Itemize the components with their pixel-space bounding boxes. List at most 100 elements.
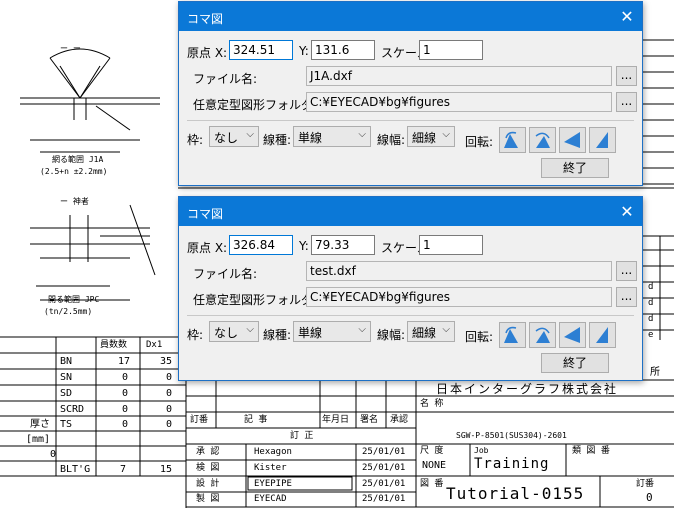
filename-browse-button[interactable]: ... (616, 261, 637, 281)
rev-header-approve: 承認 (390, 415, 409, 425)
origin-x-label: 原点 X: (187, 241, 228, 255)
frame-label: 枠: (187, 328, 204, 342)
origin-y-label: Y: (299, 44, 309, 58)
parts-row-v2: 15 (160, 464, 173, 475)
drawing-code: SGW-P-8501(SUS304)-2601 (456, 431, 567, 440)
flip-vertical-icon (596, 327, 608, 343)
dialog-title: コマ図 (187, 12, 224, 26)
rotate-ccw-button[interactable] (499, 127, 526, 153)
revision-label: 訂番 (636, 479, 655, 489)
rotate-label: 回転: (465, 135, 494, 149)
chevron-down-icon: ⌵ (246, 324, 254, 335)
thickness-value: 0 (50, 449, 57, 460)
sign-date: 25/01/01 (362, 479, 406, 489)
parts-row-name: BN (60, 356, 73, 367)
company-place: 所 (650, 367, 660, 378)
parts-header-qty: 員数数 (100, 340, 128, 350)
rev-header-no: 訂番 (190, 415, 209, 425)
folder-field[interactable]: C:¥EYECAD¥bg¥figures (306, 287, 612, 307)
parts-row-v2: 0 (166, 404, 173, 415)
scale-input[interactable]: 1 (419, 40, 483, 60)
origin-y-input[interactable]: 131.6 (311, 40, 375, 60)
rotate-ccw-icon (504, 131, 518, 148)
origin-x-label: 原点 X: (187, 46, 228, 60)
parts-row-name: SN (60, 372, 73, 383)
linewidth-select[interactable]: 細線 ⌵ (407, 321, 455, 342)
sign-date: 25/01/01 (362, 463, 406, 473)
sign-role: 承 認 (196, 447, 220, 457)
parts-row-v1: 0 (122, 372, 129, 383)
flip-vertical-icon (596, 132, 608, 148)
parts-header-dx: Dx1 (146, 340, 163, 350)
parts-row-v2: 35 (160, 356, 173, 367)
end-button[interactable]: 終了 (541, 158, 609, 178)
flip-vertical-button[interactable] (589, 127, 616, 153)
filename-field[interactable]: test.dxf (306, 261, 612, 281)
parts-row-v1: 17 (118, 356, 131, 367)
flip-horizontal-button[interactable] (559, 127, 586, 153)
frame-select-value: なし (214, 131, 239, 145)
weld-caption-2: 開る範囲 JPC (48, 295, 100, 304)
end-button[interactable]: 終了 (541, 353, 609, 373)
linetype-label: 線種: (263, 133, 292, 147)
linewidth-label: 線幅: (377, 133, 406, 147)
parts-row-v2: 0 (166, 419, 173, 430)
chevron-down-icon: ⌵ (442, 324, 450, 335)
frame-select[interactable]: なし ⌵ (209, 321, 259, 342)
linetype-select[interactable]: 単線 ⌵ (293, 321, 371, 342)
rotate-cw-icon (535, 132, 550, 148)
drawing-number-value: Tutorial-0155 (446, 484, 585, 503)
scale-input[interactable]: 1 (419, 235, 483, 255)
chevron-down-icon: ⌵ (246, 129, 254, 140)
frame-select-value: なし (214, 326, 239, 340)
weld-note-1: (2.5+n ±2.2mm) (40, 167, 108, 176)
dialog-titlebar[interactable]: コマ図 ✕ (179, 197, 642, 226)
folder-browse-button[interactable]: ... (616, 92, 637, 112)
sign-name: EYECAD (254, 494, 287, 504)
drawing-number-label: 図 番 (420, 479, 444, 489)
flip-vertical-button[interactable] (589, 322, 616, 348)
filename-field[interactable]: J1A.dxf (306, 66, 612, 86)
sign-name: Hexagon (254, 447, 292, 457)
origin-y-input[interactable]: 79.33 (311, 235, 375, 255)
rotate-label: 回転: (465, 330, 494, 344)
filename-browse-button[interactable]: ... (616, 66, 637, 86)
parts-row-v1: 7 (120, 464, 127, 475)
rotate-cw-button[interactable] (529, 127, 556, 153)
frame-select[interactable]: なし ⌵ (209, 126, 259, 147)
sign-name: Kister (254, 463, 287, 473)
revision-value: 0 (646, 491, 653, 504)
folder-browse-button[interactable]: ... (616, 287, 637, 307)
close-icon[interactable]: ✕ (612, 197, 642, 226)
folder-field[interactable]: C:¥EYECAD¥bg¥figures (306, 92, 612, 112)
scale-label: 尺 度 (420, 446, 444, 456)
similar-drawing-label: 類 図 番 (572, 446, 610, 456)
rotate-ccw-button[interactable] (499, 322, 526, 348)
close-icon[interactable]: ✕ (612, 2, 642, 31)
dialog-titlebar[interactable]: コマ図 ✕ (179, 2, 642, 31)
name-label: 名 称 (420, 399, 444, 409)
origin-x-input[interactable]: 326.84 (229, 235, 293, 255)
origin-x-input[interactable]: 324.51 (229, 40, 293, 60)
job-label: Job (474, 446, 489, 455)
rotate-cw-button[interactable] (529, 322, 556, 348)
linewidth-select-value: 細線 (412, 131, 437, 145)
parts-row-name: BLT'G (60, 464, 91, 475)
chevron-down-icon: ⌵ (442, 129, 450, 140)
parts-row-name: SD (60, 388, 73, 399)
sign-date: 25/01/01 (362, 447, 406, 457)
chevron-down-icon: ⌵ (358, 129, 366, 140)
section-mark-2: ー 神者 (60, 197, 89, 206)
sign-role: 設 計 (196, 479, 220, 489)
sign-date: 25/01/01 (362, 494, 406, 504)
linewidth-select[interactable]: 細線 ⌵ (407, 126, 455, 147)
weld-note-2: (tn/2.5mm) (44, 307, 93, 316)
flip-horizontal-button[interactable] (559, 322, 586, 348)
divider (187, 120, 634, 121)
linetype-select[interactable]: 単線 ⌵ (293, 126, 371, 147)
right-column-cell: d (648, 298, 654, 308)
thickness-unit: [mm] (26, 434, 51, 445)
chevron-down-icon: ⌵ (358, 324, 366, 335)
rev-header-date: 年月日 (322, 415, 350, 425)
right-column-cell: e (648, 330, 654, 340)
